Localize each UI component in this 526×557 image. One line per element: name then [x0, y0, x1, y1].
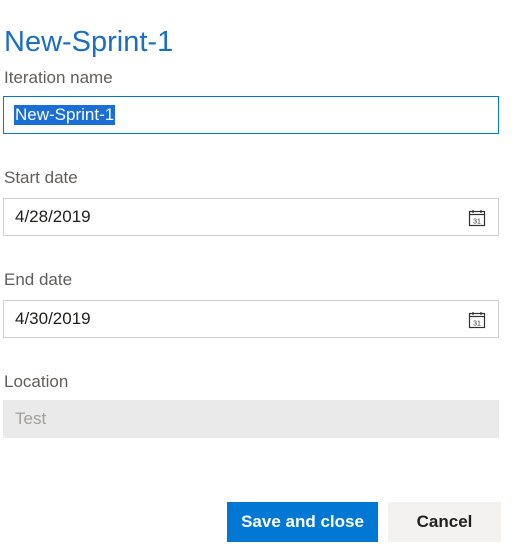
- calendar-day-text: 31: [473, 321, 481, 328]
- location-label: Location: [4, 372, 69, 391]
- save-and-close-button[interactable]: Save and close: [227, 502, 378, 542]
- location-value: Test: [15, 409, 47, 428]
- dialog-title: New-Sprint-1: [4, 26, 174, 58]
- start-date-label: Start date: [4, 168, 78, 187]
- cancel-button[interactable]: Cancel: [388, 502, 501, 542]
- start-date-value: 4/28/2019: [15, 207, 91, 226]
- end-date-label: End date: [4, 270, 73, 289]
- new-iteration-dialog: New-Sprint-1 Iteration name New-Sprint-1…: [0, 0, 526, 557]
- iteration-name-input[interactable]: New-Sprint-1: [3, 96, 499, 134]
- end-date-value: 4/30/2019: [15, 309, 91, 328]
- calendar-day-text: 31: [473, 219, 481, 226]
- iteration-name-label: Iteration name: [4, 68, 113, 87]
- calendar-icon[interactable]: 31: [468, 209, 486, 227]
- end-date-input[interactable]: 4/30/2019 31: [3, 300, 499, 338]
- location-input: Test: [3, 400, 499, 438]
- start-date-input[interactable]: 4/28/2019 31: [3, 198, 499, 236]
- calendar-icon[interactable]: 31: [468, 311, 486, 329]
- iteration-name-value: New-Sprint-1: [14, 105, 116, 125]
